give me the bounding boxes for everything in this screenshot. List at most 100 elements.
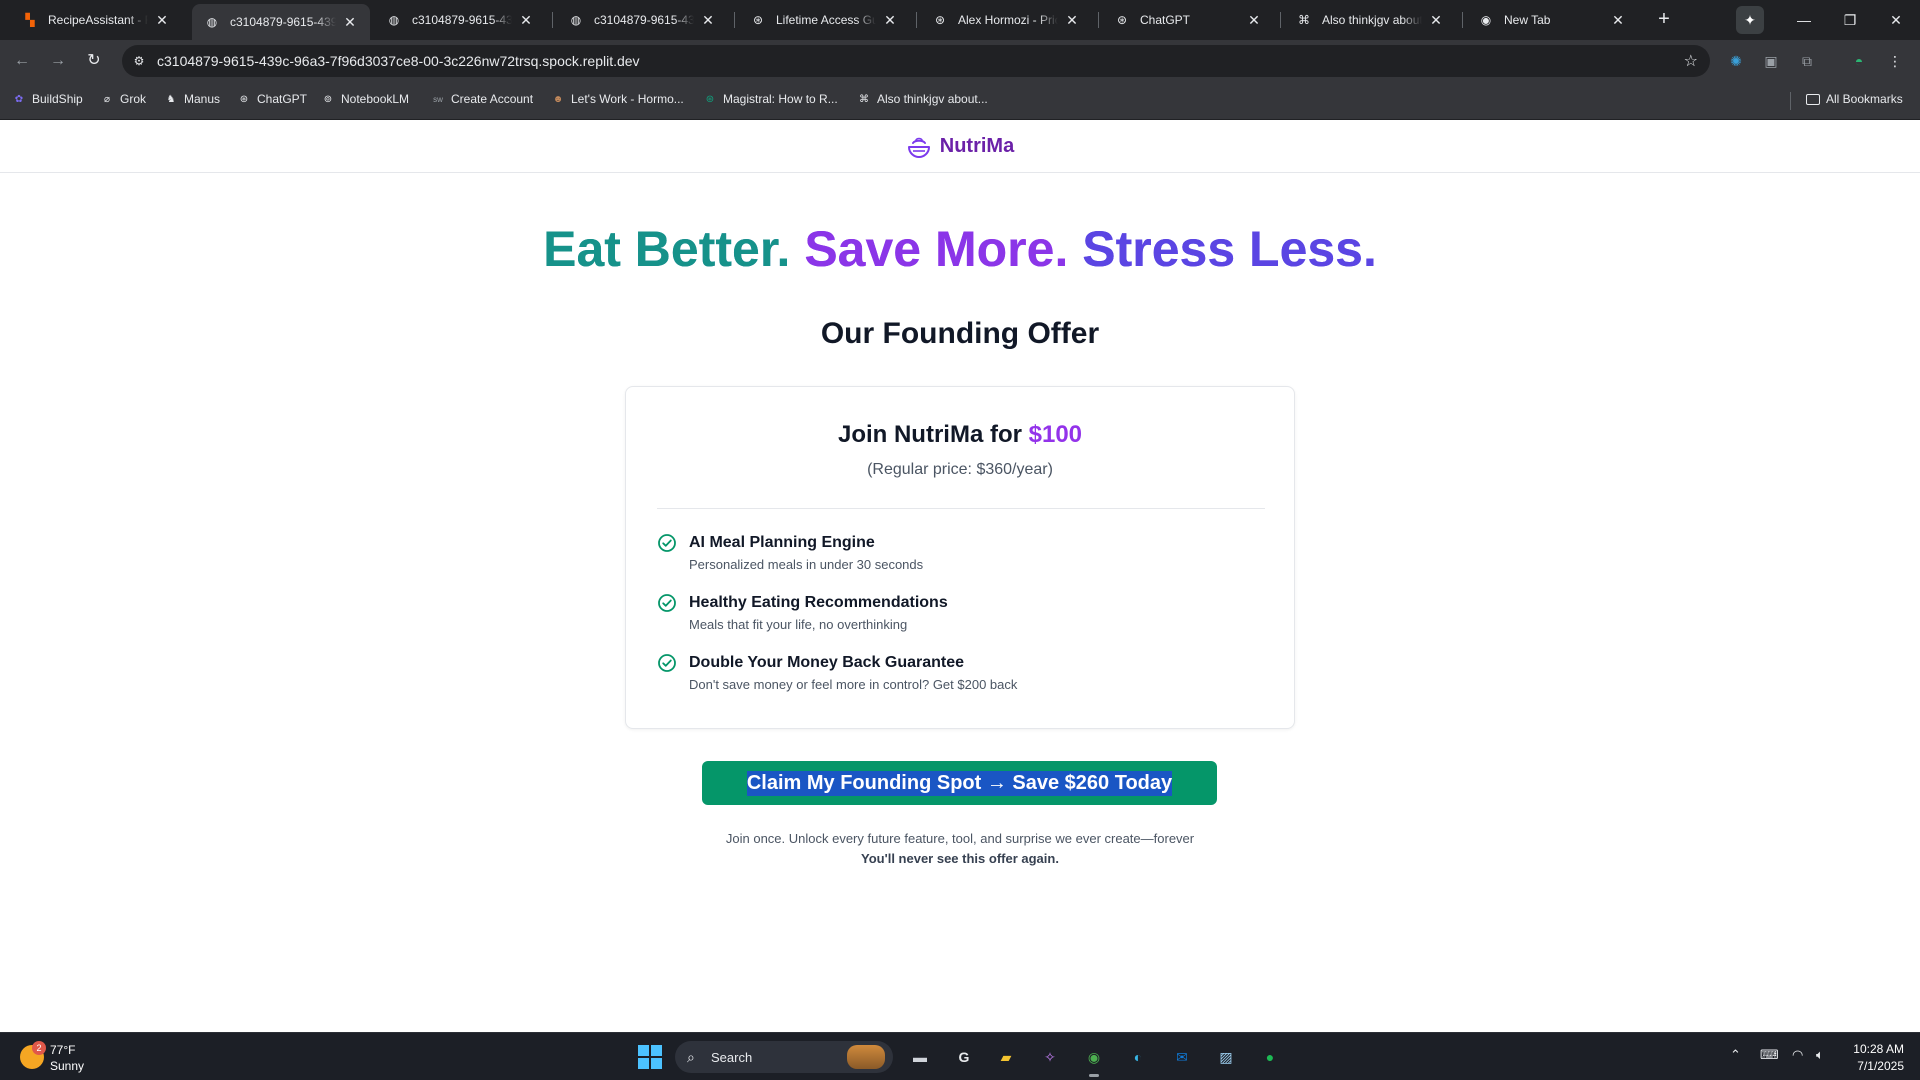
card-price: $100 (1028, 421, 1083, 448)
bookmark-star-icon[interactable]: ☆ (1684, 51, 1698, 71)
tab-alex-hormozi[interactable]: ⊛ Alex Hormozi - Pricing ✕ (920, 0, 1092, 40)
chatgpt-icon: ⊛ (239, 93, 249, 105)
tab-separator (916, 12, 917, 28)
close-icon[interactable]: ✕ (342, 14, 358, 30)
close-icon[interactable]: ✕ (1064, 12, 1080, 28)
back-arrow-icon[interactable]: ← (10, 49, 34, 73)
card-divider (657, 508, 1265, 509)
bowl-logo-icon (907, 137, 930, 158)
search-icon: ⌕ (687, 1049, 695, 1065)
notebooklm-icon: ⊚ (323, 93, 333, 105)
tab-new-tab[interactable]: ◉ New Tab ✕ (1466, 0, 1638, 40)
regular-price: (Regular price: $360/year) (867, 461, 1053, 478)
grok-icon: ⌘ (1298, 13, 1310, 27)
bookmarks-bar: ✿ BuildShip ⌀ Grok ♞ Manus ⊛ ChatGPT ⊚ N… (0, 82, 1920, 120)
menu-kebab-icon[interactable]: ⋮ (1884, 50, 1906, 72)
close-icon[interactable]: ✕ (154, 12, 170, 28)
chevron-up-icon[interactable]: ⌃ (1730, 1047, 1741, 1063)
window-close-icon[interactable]: ✕ (1884, 8, 1908, 32)
file-explorer-icon[interactable]: ▰ (992, 1043, 1020, 1071)
clock-time[interactable]: 10:28 AM (1846, 1042, 1904, 1056)
close-icon[interactable]: ✕ (1428, 12, 1444, 28)
all-bookmarks[interactable]: All Bookmarks (1806, 92, 1903, 106)
reload-icon[interactable]: ↻ (82, 49, 106, 73)
offer-heading: Our Founding Offer (820, 317, 1100, 350)
close-icon[interactable]: ✕ (1610, 12, 1626, 28)
bookmark-grok[interactable]: ⌀ Grok (100, 92, 146, 106)
minimize-icon[interactable]: — (1792, 8, 1816, 32)
offer-card: Join NutriMa for $100 (Regular price: $3… (625, 386, 1295, 729)
photos-icon[interactable]: ▨ (1212, 1043, 1240, 1071)
bookmark-magistral[interactable]: ⊛ Magistral: How to R... (703, 92, 838, 106)
extensions-puzzle-icon[interactable]: ⧉ (1796, 50, 1818, 72)
outlook-icon[interactable]: ✉ (1168, 1043, 1196, 1071)
buildship-icon: ✿ (14, 93, 24, 105)
hero-part-eat-better: Eat Better. (543, 221, 791, 277)
tab-active-page[interactable]: ◍ c3104879-9615-439c-96a3 ✕ (192, 4, 370, 40)
spotify-icon[interactable]: ● (1256, 1043, 1284, 1071)
bookmark-create-account[interactable]: sw Create Account (431, 92, 533, 106)
windows-start-icon[interactable] (638, 1045, 662, 1069)
bookmark-also-thinking[interactable]: ⌘ Also thinkjgv about... (857, 92, 988, 106)
bookmark-manus[interactable]: ♞ Manus (164, 92, 221, 106)
bookmark-lets-work[interactable]: ☻ Let's Work - Hormo... (551, 92, 684, 106)
tab-lifetime-access[interactable]: ⊛ Lifetime Access Guarantee ✕ (738, 0, 910, 40)
bookmark-chatgpt[interactable]: ⊛ ChatGPT (237, 92, 307, 106)
address-bar[interactable]: ⚙ c3104879-9615-439c-96a3-7f96d3037ce8-0… (122, 45, 1710, 77)
url-text[interactable]: c3104879-9615-439c-96a3-7f96d3037ce8-00-… (157, 53, 640, 69)
avatar-icon: ☻ (552, 93, 564, 105)
all-bookmarks-label: All Bookmarks (1826, 92, 1903, 106)
taskbar-search[interactable]: ⌕ Search (675, 1041, 893, 1073)
close-icon[interactable]: ✕ (1246, 12, 1262, 28)
tab-recipeassistant[interactable]: ▚ RecipeAssistant - Replit ✕ (10, 0, 182, 40)
hero-part-stress-less: Stress Less. (1082, 221, 1377, 277)
tab-title: c3104879-9615-439c-96a3 (594, 13, 694, 27)
weather-condition[interactable]: Sunny (50, 1059, 84, 1073)
clock-date[interactable]: 7/1/2025 (1846, 1059, 1904, 1073)
browser-toolbar: ← → ↻ ⚙ c3104879-9615-439c-96a3-7f96d303… (0, 40, 1920, 82)
globe-icon: ◍ (388, 13, 400, 27)
volume-icon[interactable]: 🔈︎ (1816, 1047, 1824, 1063)
close-icon[interactable]: ✕ (882, 12, 898, 28)
logitech-g-icon[interactable]: G (950, 1043, 978, 1071)
task-view-icon[interactable]: ▬ (906, 1043, 934, 1071)
gemini-sparkle-icon[interactable]: ✦ (1736, 6, 1764, 34)
wifi-icon[interactable]: ◠ (1792, 1047, 1803, 1063)
feature-description: Meals that fit your life, no overthinkin… (689, 617, 908, 632)
card-title-prefix: Join NutriMa for (837, 421, 1029, 448)
close-icon[interactable]: ✕ (700, 12, 716, 28)
search-label: Search (711, 1050, 753, 1065)
tab-page-3[interactable]: ◍ c3104879-9615-439c-96a3 ✕ (556, 0, 728, 40)
folder-icon (1806, 93, 1820, 105)
close-icon[interactable]: ✕ (518, 12, 534, 28)
bookmark-notebooklm[interactable]: ⊚ NotebookLM (321, 92, 409, 106)
brand-name[interactable]: NutriMa (940, 135, 1014, 158)
extension-brain-icon[interactable]: ✺ (1725, 50, 1747, 72)
feature-title: Healthy Eating Recommendations (689, 594, 948, 611)
bookmark-buildship[interactable]: ✿ BuildShip (12, 92, 83, 106)
weather-temperature[interactable]: 77°F (50, 1043, 75, 1057)
check-circle-icon (658, 654, 676, 672)
replit-icon: ▚ (25, 13, 35, 27)
tab-title: New Tab (1504, 13, 1551, 27)
tab-title: Lifetime Access Guarantee (776, 13, 876, 27)
copilot-icon[interactable]: ✧ (1036, 1043, 1064, 1071)
extension-card-icon[interactable]: ▣ (1760, 50, 1782, 72)
claim-founding-spot-button[interactable]: Claim My Founding Spot → Save $260 Today (702, 761, 1217, 805)
edge-icon[interactable]: ◐ (1124, 1043, 1152, 1071)
new-tab-button[interactable]: + (1652, 8, 1676, 32)
profile-avatar[interactable]: ◓ (1848, 50, 1870, 72)
tab-page-2[interactable]: ◍ c3104879-9615-439c-96a3 ✕ (374, 0, 546, 40)
bookmark-label: Grok (120, 92, 147, 106)
chatgpt-icon: ⊛ (1116, 13, 1128, 27)
keyboard-icon[interactable]: ⌨ (1760, 1047, 1779, 1063)
site-info-icon[interactable]: ⚙ (130, 52, 148, 70)
hero-headline: Eat Better. Save More. Stress Less. (0, 219, 1920, 279)
tab-chatgpt[interactable]: ⊛ ChatGPT ✕ (1102, 0, 1274, 40)
chrome-taskbar-icon[interactable]: ◉ (1080, 1043, 1108, 1077)
restore-icon[interactable]: ❐ (1838, 8, 1862, 32)
forward-arrow-icon[interactable]: → (46, 49, 70, 73)
tab-title: RecipeAssistant - Replit (48, 13, 148, 27)
tab-also-thinking[interactable]: ⌘ Also thinkjgv about a ✕ (1284, 0, 1456, 40)
weather-badge: 2 (32, 1041, 46, 1055)
